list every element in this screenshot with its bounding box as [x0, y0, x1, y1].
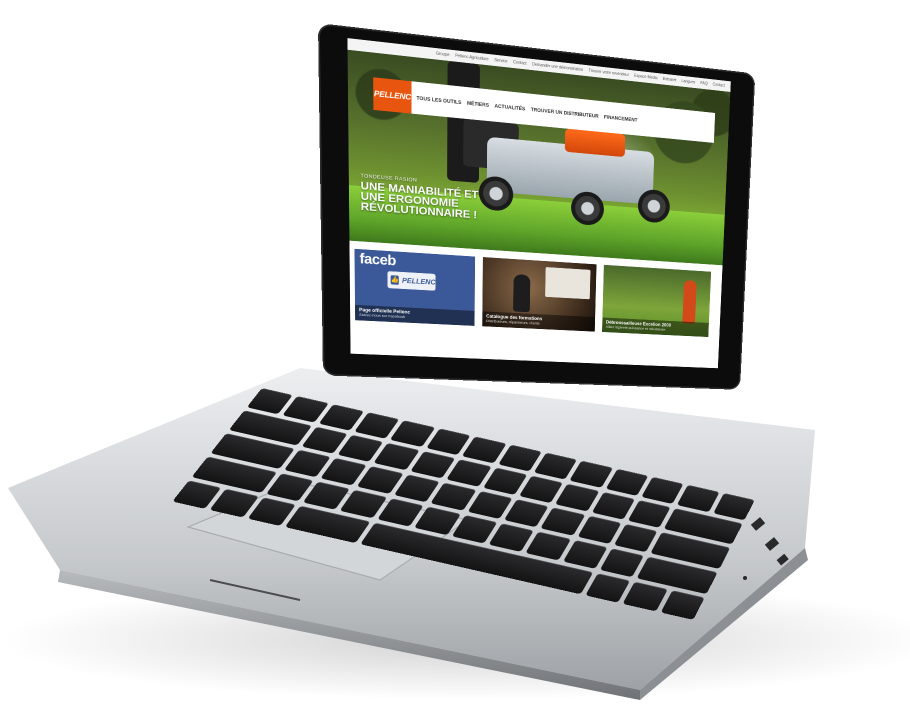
util-link[interactable]: Groupe [436, 51, 450, 57]
key[interactable] [627, 500, 671, 528]
key[interactable] [414, 506, 461, 536]
nav-item[interactable]: TOUS LES OUTILS [416, 95, 461, 105]
key[interactable] [591, 491, 635, 520]
key[interactable] [503, 499, 549, 528]
worker-figure [682, 280, 697, 324]
facebook-wordmark: faceb [359, 250, 396, 269]
key[interactable] [613, 523, 658, 553]
util-link[interactable]: Contact [513, 60, 527, 66]
thumbs-up-icon: 👍 [390, 275, 399, 285]
training-tile[interactable]: Catalogue des formations Distributeurs, … [482, 257, 597, 332]
key[interactable] [577, 515, 622, 544]
brushcutter-tile[interactable]: Débroussailleuse Excelion 2000 Alliez lé… [602, 264, 712, 338]
like-badge-logo: PELLENC [401, 276, 436, 287]
util-link[interactable]: Service [494, 58, 507, 64]
nav-item[interactable]: ACTUALITÉS [494, 103, 525, 112]
util-link[interactable]: Extranet [663, 77, 677, 83]
laptop-screen: Groupe Pellenc Agriculture Service Conta… [318, 23, 756, 390]
key[interactable] [446, 459, 492, 487]
tile-caption: Page officielle Pellenc Suivez-nous sur … [355, 304, 475, 326]
tile-caption: Catalogue des formations Distributeurs, … [482, 311, 596, 332]
key[interactable] [562, 539, 608, 569]
util-link[interactable]: Langues [681, 79, 695, 85]
nav-item[interactable]: TROUVER UN DISTRIBUTEUR [531, 107, 599, 119]
facebook-tile[interactable]: faceb 👍 PELLENC Page officielle Pellenc … [354, 248, 476, 326]
key[interactable] [518, 475, 564, 504]
key[interactable] [482, 467, 528, 495]
key[interactable] [430, 482, 477, 511]
like-badge: 👍 PELLENC [387, 271, 436, 291]
projection-screen [545, 267, 591, 300]
util-link[interactable]: Contact [713, 82, 725, 88]
key[interactable] [599, 548, 645, 578]
util-link[interactable]: Espace Media [634, 74, 658, 81]
util-link[interactable]: Pellenc Agriculture [455, 54, 488, 63]
nav-item[interactable]: MÉTIERS [467, 100, 489, 108]
key[interactable] [488, 523, 534, 552]
audio-port [743, 576, 747, 580]
photo-laptop-scene: Groupe Pellenc Agriculture Service Conta… [0, 0, 910, 707]
key[interactable] [540, 507, 586, 536]
util-link[interactable]: FAQ [700, 81, 707, 86]
key[interactable] [555, 483, 600, 512]
key[interactable] [467, 490, 513, 519]
website-display: Groupe Pellenc Agriculture Service Conta… [347, 38, 731, 369]
presenter-figure [513, 274, 531, 313]
nav-item[interactable]: FINANCEMENT [604, 114, 638, 123]
brand-logo[interactable]: PELLENC [373, 77, 412, 114]
key[interactable] [525, 531, 571, 561]
